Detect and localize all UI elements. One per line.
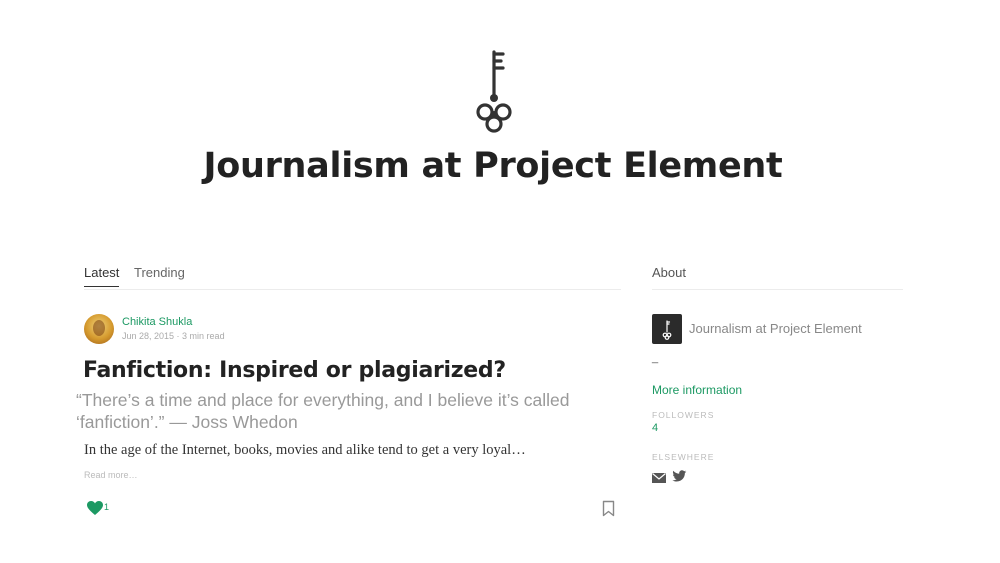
heart-icon[interactable] xyxy=(86,500,104,516)
like-count: 1 xyxy=(104,502,110,512)
publication-avatar[interactable] xyxy=(652,314,682,344)
post-date: Jun 28, 2015 xyxy=(122,331,175,341)
author-name[interactable]: Chikita Shukla xyxy=(122,316,192,328)
post-title[interactable]: Fanfiction: Inspired or plagiarized? xyxy=(83,358,506,383)
tab-latest[interactable]: Latest xyxy=(84,265,120,287)
tab-bar: Latest Trending xyxy=(84,265,621,290)
key-icon xyxy=(662,320,672,340)
key-logo-icon xyxy=(476,50,512,133)
post-meta: Jun 28, 2015 · 3 min read xyxy=(122,331,225,341)
more-information-link[interactable]: More information xyxy=(652,383,742,397)
publication-description: _ xyxy=(652,352,659,364)
followers-label: FOLLOWERS xyxy=(652,410,715,420)
publication-title: Journalism at Project Element xyxy=(203,146,783,186)
elsewhere-label: ELSEWHERE xyxy=(652,452,715,462)
about-heading: About xyxy=(652,265,903,290)
bookmark-icon[interactable] xyxy=(602,500,615,517)
tab-trending[interactable]: Trending xyxy=(134,265,185,280)
read-time: 3 min read xyxy=(182,331,225,341)
post-subtitle[interactable]: “There’s a time and place for everything… xyxy=(76,389,596,433)
author-avatar[interactable] xyxy=(84,314,114,344)
twitter-icon[interactable] xyxy=(672,470,687,483)
followers-count[interactable]: 4 xyxy=(652,422,658,434)
mail-icon[interactable] xyxy=(652,473,666,483)
post-excerpt[interactable]: In the age of the Internet, books, movie… xyxy=(84,442,526,459)
about-publication-name[interactable]: Journalism at Project Element xyxy=(689,321,862,336)
read-more-link[interactable]: Read more… xyxy=(84,470,138,480)
